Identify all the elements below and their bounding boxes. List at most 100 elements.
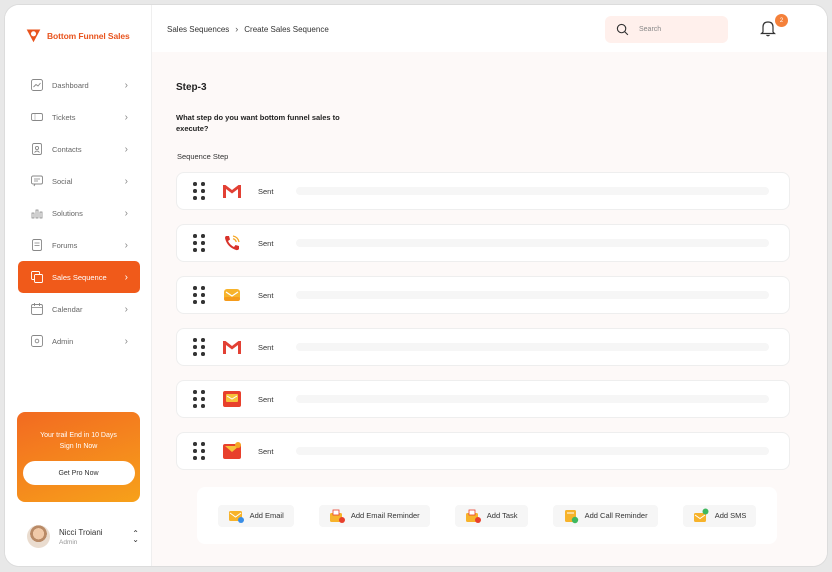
user-role: Admin bbox=[59, 538, 78, 546]
add-call-reminder-button[interactable]: Add Call Reminder bbox=[552, 504, 658, 527]
drag-handle-icon[interactable] bbox=[193, 286, 205, 304]
sequence-step-row[interactable]: Sent bbox=[176, 432, 790, 470]
add-call-reminder-label: Add Call Reminder bbox=[584, 511, 648, 520]
chevron-right-icon: › bbox=[124, 111, 128, 123]
drag-handle-icon[interactable] bbox=[193, 182, 205, 200]
sequence-step-list: Sent Sent Sent Sent Sent Sent bbox=[176, 172, 790, 484]
sidebar-item-calendar[interactable]: Calendar › bbox=[18, 293, 140, 325]
sequence-step-row[interactable]: Sent bbox=[176, 224, 790, 262]
step-status: Sent bbox=[258, 394, 274, 404]
reminder-icon bbox=[222, 441, 242, 461]
add-task-button[interactable]: Add Task bbox=[454, 504, 528, 527]
sidebar-item-social[interactable]: Social › bbox=[18, 165, 140, 197]
sequence-step-label: Sequence Step bbox=[177, 152, 229, 161]
step-placeholder-bar bbox=[296, 187, 769, 195]
sms-icon bbox=[693, 508, 709, 522]
bell-icon[interactable] bbox=[760, 19, 776, 37]
logo-icon bbox=[26, 29, 41, 43]
bar-chart-icon bbox=[30, 207, 43, 220]
logo[interactable]: Bottom Funnel Sales bbox=[25, 27, 130, 44]
sidebar-nav: Dashboard › Tickets › Contacts › Social … bbox=[18, 69, 140, 357]
step-status: Sent bbox=[258, 342, 274, 352]
avatar bbox=[27, 525, 50, 548]
contacts-icon bbox=[30, 143, 43, 156]
app-name: Bottom Funnel Sales bbox=[47, 30, 130, 41]
drag-handle-icon[interactable] bbox=[193, 338, 205, 356]
step-status: Sent bbox=[258, 290, 274, 300]
chevron-right-icon: › bbox=[124, 303, 128, 315]
sequence-icon bbox=[30, 271, 43, 284]
add-email-button[interactable]: Add Email bbox=[217, 504, 294, 527]
sidebar-item-label: Contacts bbox=[52, 144, 82, 154]
step-placeholder-bar bbox=[296, 239, 769, 247]
sequence-step-row[interactable]: Sent bbox=[176, 276, 790, 314]
add-task-label: Add Task bbox=[486, 511, 518, 520]
chevron-right-icon: › bbox=[124, 271, 128, 283]
user-info: Nicci Troiani Admin bbox=[59, 528, 132, 546]
sidebar-item-admin[interactable]: Admin › bbox=[18, 325, 140, 357]
sidebar-item-label: Social bbox=[52, 176, 73, 186]
sidebar-item-label: Solutions bbox=[52, 208, 83, 218]
sequence-step-row[interactable]: Sent bbox=[176, 380, 790, 418]
step-question: What step do you want bottom funnel sale… bbox=[176, 113, 340, 133]
drag-handle-icon[interactable] bbox=[193, 442, 205, 460]
add-email-reminder-button[interactable]: Add Email Reminder bbox=[318, 504, 430, 527]
sidebar: Bottom Funnel Sales Dashboard › Tickets … bbox=[5, 5, 152, 566]
drag-handle-icon[interactable] bbox=[193, 390, 205, 408]
user-name: Nicci Troiani bbox=[59, 527, 103, 537]
step-placeholder-bar bbox=[296, 343, 769, 351]
app-window: Bottom Funnel Sales Dashboard › Tickets … bbox=[5, 5, 827, 566]
breadcrumb-current: Create Sales Sequence bbox=[244, 24, 329, 34]
chevron-up-down-icon[interactable]: ⌃ ⌄ bbox=[132, 529, 139, 543]
envelope-icon bbox=[222, 285, 242, 305]
drag-handle-icon[interactable] bbox=[193, 234, 205, 252]
sidebar-item-tickets[interactable]: Tickets › bbox=[18, 101, 140, 133]
sidebar-item-sales-sequence[interactable]: Sales Sequence › bbox=[18, 261, 140, 293]
sidebar-item-label: Dashboard bbox=[52, 80, 89, 90]
upgrade-promo-card: Your trail End in 10 Days Sign In Now Ge… bbox=[17, 412, 140, 502]
get-pro-button[interactable]: Get Pro Now bbox=[22, 461, 135, 485]
breadcrumb-sales-sequences[interactable]: Sales Sequences bbox=[167, 25, 229, 34]
admin-icon bbox=[30, 335, 43, 348]
add-sms-label: Add SMS bbox=[714, 511, 747, 520]
add-email-reminder-label: Add Email Reminder bbox=[350, 511, 420, 520]
page-title: Step-3 bbox=[176, 82, 207, 93]
search-icon bbox=[616, 23, 629, 36]
step-status: Sent bbox=[258, 446, 274, 456]
user-profile[interactable]: Nicci Troiani Admin ⌃ ⌄ bbox=[27, 525, 139, 548]
sidebar-item-label: Tickets bbox=[52, 112, 76, 122]
sidebar-item-label: Calendar bbox=[52, 304, 83, 314]
sidebar-item-forums[interactable]: Forums › bbox=[18, 229, 140, 261]
sidebar-item-contacts[interactable]: Contacts › bbox=[18, 133, 140, 165]
sidebar-item-solutions[interactable]: Solutions › bbox=[18, 197, 140, 229]
chevron-right-icon: › bbox=[235, 24, 239, 34]
ticket-icon bbox=[30, 111, 43, 124]
add-step-toolbar: Add Email Add Email Reminder Add Task Ad… bbox=[197, 487, 777, 544]
sidebar-item-dashboard[interactable]: Dashboard › bbox=[18, 69, 140, 101]
notification-badge: 2 bbox=[775, 14, 788, 27]
sequence-step-row[interactable]: Sent bbox=[176, 328, 790, 366]
task-icon bbox=[465, 509, 481, 523]
chevron-right-icon: › bbox=[124, 79, 128, 91]
add-email-icon bbox=[228, 510, 244, 523]
step-placeholder-bar bbox=[296, 291, 769, 299]
step-status: Sent bbox=[258, 186, 274, 196]
add-email-label: Add Email bbox=[249, 511, 284, 520]
add-sms-button[interactable]: Add SMS bbox=[682, 504, 757, 527]
main-content: Step-3 What step do you want bottom funn… bbox=[152, 52, 827, 566]
search-input[interactable]: Search bbox=[605, 16, 728, 43]
email-reminder-icon bbox=[329, 509, 345, 523]
sequence-step-row[interactable]: Sent bbox=[176, 172, 790, 210]
chevron-right-icon: › bbox=[124, 143, 128, 155]
chevron-right-icon: › bbox=[124, 207, 128, 219]
breadcrumb: Sales Sequences › Create Sales Sequence bbox=[167, 24, 329, 34]
promo-line-2: Sign In Now bbox=[59, 443, 98, 450]
step-status: Sent bbox=[258, 238, 274, 248]
inbox-icon bbox=[222, 389, 242, 409]
sidebar-item-label: Sales Sequence bbox=[52, 272, 107, 282]
step-placeholder-bar bbox=[296, 447, 769, 455]
gmail-icon bbox=[222, 337, 242, 357]
call-reminder-icon bbox=[564, 509, 578, 523]
top-bar: Sales Sequences › Create Sales Sequence … bbox=[152, 5, 827, 52]
sidebar-item-label: Forums bbox=[52, 240, 78, 250]
